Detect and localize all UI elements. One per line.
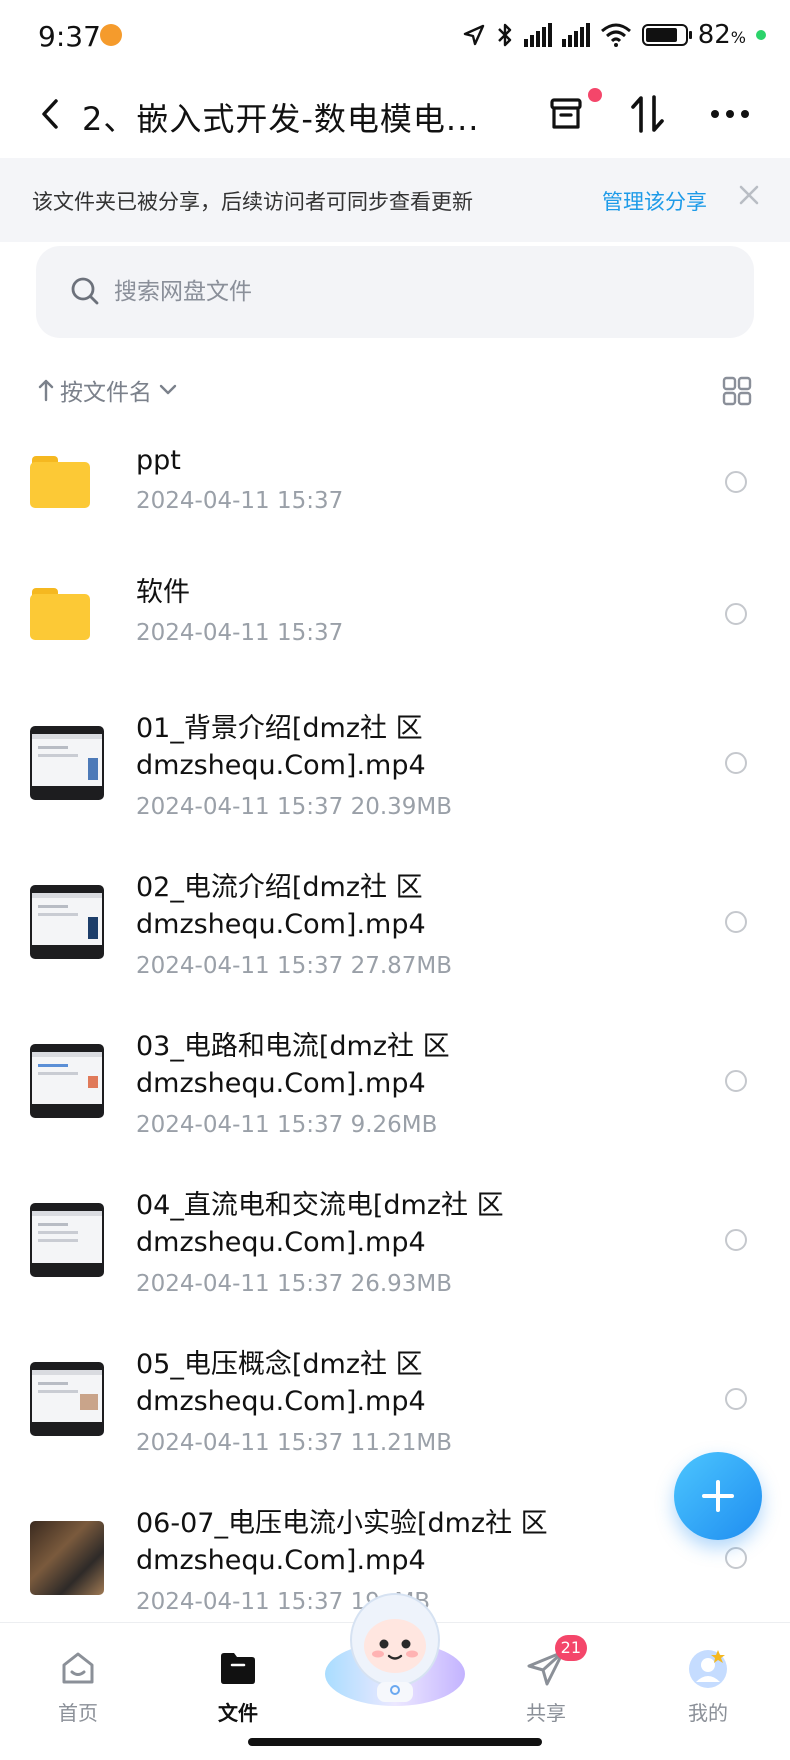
list-item[interactable]: 软件 2024-04-11 15:37 bbox=[0, 552, 790, 684]
location-icon bbox=[463, 24, 484, 46]
search-input[interactable] bbox=[114, 272, 674, 312]
file-name: 06-07_电压电流小实验[dmz社 区dmzshequ.Com].mp4 bbox=[136, 1508, 548, 1576]
file-list: ppt 2024-04-11 15:37 软件 2024-04-11 15:37… bbox=[0, 420, 790, 1638]
video-thumbnail bbox=[30, 1044, 104, 1118]
tab-me-label: 我的 bbox=[688, 1701, 728, 1725]
list-item[interactable]: 03_电路和电流[dmz社 区dmzshequ.Com].mp4 2024-04… bbox=[0, 1002, 790, 1161]
tab-home[interactable]: 首页 bbox=[28, 1633, 128, 1726]
list-item[interactable]: ppt 2024-04-11 15:37 bbox=[0, 420, 790, 552]
more-button[interactable] bbox=[702, 86, 758, 142]
folder-filled-icon bbox=[215, 1645, 261, 1691]
file-meta: 2024-04-11 15:37 11.21MB bbox=[136, 1430, 453, 1456]
notification-dot bbox=[588, 88, 602, 102]
select-radio[interactable] bbox=[725, 471, 747, 493]
select-radio[interactable] bbox=[725, 911, 747, 933]
list-item[interactable]: 01_背景介绍[dmz社 区dmzshequ.Com].mp4 2024-04-… bbox=[0, 684, 790, 843]
select-radio[interactable] bbox=[725, 1229, 747, 1251]
list-item[interactable]: 02_电流介绍[dmz社 区dmzshequ.Com].mp4 2024-04-… bbox=[0, 843, 790, 1002]
up-down-arrows-icon bbox=[631, 95, 664, 133]
folder-icon bbox=[30, 456, 90, 508]
select-radio[interactable] bbox=[725, 752, 747, 774]
tab-home-label: 首页 bbox=[58, 1701, 98, 1725]
avatar bbox=[685, 1645, 731, 1691]
file-meta: 2024-04-11 15:37 26.93MB bbox=[136, 1271, 453, 1297]
file-name: ppt bbox=[136, 445, 181, 476]
bluetooth-icon bbox=[497, 23, 511, 47]
file-name: 04_直流电和交流电[dmz社 区dmzshequ.Com].mp4 bbox=[136, 1190, 504, 1258]
sort-label: 按文件名 bbox=[60, 380, 152, 406]
home-icon bbox=[55, 1645, 101, 1691]
battery-icon bbox=[641, 24, 692, 46]
paper-plane-icon: 21 bbox=[523, 1635, 587, 1691]
video-thumbnail bbox=[30, 1521, 104, 1595]
tab-me[interactable]: 我的 bbox=[658, 1633, 758, 1726]
grid-view-icon[interactable] bbox=[722, 376, 752, 406]
tab-share[interactable]: 21 共享 bbox=[496, 1633, 596, 1726]
share-badge: 21 bbox=[554, 1635, 587, 1661]
file-meta: 2024-04-11 15:37 bbox=[136, 488, 344, 514]
sort-transfer-button[interactable] bbox=[620, 86, 676, 142]
back-button[interactable] bbox=[30, 90, 70, 138]
arrow-up-icon bbox=[38, 379, 54, 402]
manage-share-link[interactable]: 管理该分享 bbox=[602, 186, 707, 216]
transfer-list-button[interactable] bbox=[538, 86, 602, 142]
select-radio[interactable] bbox=[725, 1388, 747, 1410]
search-bar[interactable] bbox=[36, 246, 754, 338]
file-name: 01_背景介绍[dmz社 区dmzshequ.Com].mp4 bbox=[136, 713, 426, 781]
file-name: 02_电流介绍[dmz社 区dmzshequ.Com].mp4 bbox=[136, 872, 426, 940]
close-icon[interactable] bbox=[736, 182, 762, 208]
video-thumbnail bbox=[30, 726, 104, 800]
chevron-left-icon bbox=[42, 99, 58, 129]
select-radio[interactable] bbox=[725, 1547, 747, 1569]
status-bar: 9:37 82% bbox=[0, 0, 790, 72]
select-radio[interactable] bbox=[725, 1070, 747, 1092]
share-banner: 该文件夹已被分享，后续访问者可同步查看更新 管理该分享 bbox=[0, 158, 790, 242]
file-meta: 2024-04-11 15:37 27.87MB bbox=[136, 953, 453, 979]
share-banner-message: 该文件夹已被分享，后续访问者可同步查看更新 bbox=[32, 190, 473, 214]
list-item[interactable]: 05_电压概念[dmz社 区dmzshequ.Com].mp4 2024-04-… bbox=[0, 1320, 790, 1479]
header: 2、嵌入式开发-数电模电... bbox=[0, 72, 790, 156]
search-icon bbox=[71, 277, 99, 305]
file-meta: 2024-04-11 15:37 20.39MB bbox=[136, 794, 453, 820]
battery-percent: 82% bbox=[697, 20, 746, 50]
home-indicator bbox=[248, 1738, 542, 1746]
status-time: 9:37 bbox=[38, 20, 101, 53]
folder-icon bbox=[30, 588, 90, 640]
page-title: 2、嵌入式开发-数电模电... bbox=[82, 100, 480, 138]
tab-files[interactable]: 文件 bbox=[188, 1633, 288, 1726]
list-item[interactable]: 04_直流电和交流电[dmz社 区dmzshequ.Com].mp4 2024-… bbox=[0, 1161, 790, 1320]
file-name: 软件 bbox=[136, 577, 190, 608]
signal-icon-2 bbox=[561, 23, 590, 47]
box-icon bbox=[550, 98, 582, 129]
signal-icon bbox=[523, 23, 552, 47]
assistant-mascot-icon[interactable] bbox=[322, 1586, 468, 1708]
file-name: 05_电压概念[dmz社 区dmzshequ.Com].mp4 bbox=[136, 1349, 426, 1417]
chevron-down-icon bbox=[159, 384, 177, 395]
file-meta: 2024-04-11 15:37 9.26MB bbox=[136, 1112, 438, 1138]
video-thumbnail bbox=[30, 1203, 104, 1277]
sort-selector[interactable]: 按文件名 bbox=[38, 370, 178, 410]
select-radio[interactable] bbox=[725, 603, 747, 625]
tab-share-label: 共享 bbox=[526, 1701, 566, 1725]
file-name: 03_电路和电流[dmz社 区dmzshequ.Com].mp4 bbox=[136, 1031, 450, 1099]
file-meta: 2024-04-11 15:37 bbox=[136, 620, 344, 646]
add-button[interactable] bbox=[674, 1452, 762, 1540]
tab-files-label: 文件 bbox=[218, 1701, 258, 1725]
video-thumbnail bbox=[30, 885, 104, 959]
more-dots-icon bbox=[711, 110, 749, 118]
plus-icon bbox=[702, 1480, 734, 1512]
status-right: 82% bbox=[462, 20, 766, 50]
privacy-dot bbox=[756, 30, 766, 40]
video-thumbnail bbox=[30, 1362, 104, 1436]
app-notification-icon bbox=[100, 24, 122, 46]
wifi-icon bbox=[600, 23, 631, 47]
